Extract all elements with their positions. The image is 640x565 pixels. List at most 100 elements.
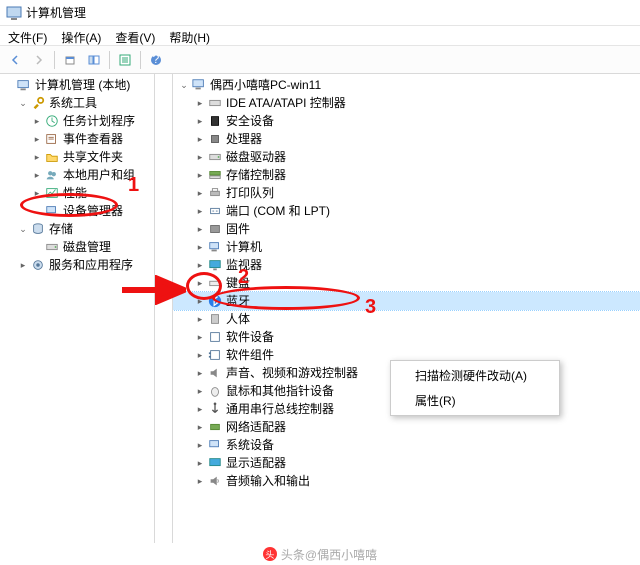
expander-icon[interactable]: ▸ [30,186,44,200]
pane-divider[interactable] [155,74,173,543]
system-dev-icon [207,437,223,453]
expander-icon[interactable]: ▸ [193,276,207,290]
device-host[interactable]: ⌄ 偶西小嘻嘻PC-win11 [173,76,640,94]
separator [140,51,141,69]
back-button[interactable] [4,49,26,71]
computer-cat-icon [207,239,223,255]
port-icon [207,203,223,219]
tree-label: 本地用户和组 [63,166,135,184]
dev-firmware[interactable]: ▸ 固件 [173,220,640,238]
tree-label: 设备管理器 [63,202,123,220]
display-icon [207,455,223,471]
expander-icon[interactable]: ▸ [193,186,207,200]
expander-icon[interactable]: ▸ [193,384,207,398]
dev-display[interactable]: ▸显示适配器 [173,454,640,472]
expander-icon[interactable]: ▸ [30,132,44,146]
expander-icon[interactable]: ▸ [193,456,207,470]
expander-icon[interactable]: ▸ [193,330,207,344]
dev-keyboard[interactable]: ▸键盘 [173,274,640,292]
expander-icon[interactable]: ▸ [193,474,207,488]
device-mgr-icon [44,203,60,219]
menu-file[interactable]: 文件(F) [2,28,53,43]
tree-services-apps[interactable]: ▸ 服务和应用程序 [0,256,154,274]
expander-icon[interactable]: ▸ [193,168,207,182]
tree-system-tools[interactable]: ⌄ 系统工具 [0,94,154,112]
dev-audio[interactable]: ▸音频输入和输出 [173,472,640,490]
dev-system[interactable]: ▸系统设备 [173,436,640,454]
network-icon [207,419,223,435]
expander-icon[interactable]: ⌄ [16,222,30,236]
expander-icon[interactable]: ▸ [193,402,207,416]
expander-icon[interactable]: ▸ [193,114,207,128]
dev-print-queue[interactable]: ▸ 打印队列 [173,184,640,202]
expander-icon[interactable]: ▸ [193,294,207,308]
tree-storage[interactable]: ⌄ 存储 [0,220,154,238]
dev-security[interactable]: ▸ 安全设备 [173,112,640,130]
tree-local-users[interactable]: ▸ 本地用户和组 [0,166,154,184]
expander-icon[interactable]: ▸ [30,168,44,182]
users-icon [44,167,60,183]
expander-icon[interactable]: ⌄ [16,96,30,110]
tree-label: 性能 [63,184,87,202]
tree-label: 软件组件 [226,346,274,364]
up-button[interactable] [59,49,81,71]
forward-button[interactable] [28,49,50,71]
expander-icon[interactable]: ▸ [193,204,207,218]
expander-icon[interactable]: ▸ [16,258,30,272]
tree-task-scheduler[interactable]: ▸ 任务计划程序 [0,112,154,130]
tree-label: 监视器 [226,256,262,274]
expander-icon[interactable]: ▸ [193,222,207,236]
tree-event-viewer[interactable]: ▸ 事件查看器 [0,130,154,148]
dev-ide[interactable]: ▸IDE ATA/ATAPI 控制器 [173,94,640,112]
ctx-properties[interactable]: 属性(R) [391,388,559,413]
expander-icon[interactable]: ▸ [193,420,207,434]
dev-ports[interactable]: ▸端口 (COM 和 LPT) [173,202,640,220]
menu-view[interactable]: 查看(V) [109,28,161,43]
tree-disk-mgmt[interactable]: ▸ 磁盘管理 [0,238,154,256]
expander-icon[interactable]: ▸ [193,258,207,272]
disk-icon [44,239,60,255]
toutiao-logo-icon: 头 [263,547,277,561]
ctx-scan-hardware[interactable]: 扫描检测硬件改动(A) [391,363,559,388]
dev-network[interactable]: ▸网络适配器 [173,418,640,436]
menu-help[interactable]: 帮助(H) [163,28,216,43]
tree-label: 处理器 [226,130,262,148]
expander-icon[interactable]: ▸ [193,348,207,362]
tree-device-manager[interactable]: ▸ 设备管理器 [0,202,154,220]
dev-software-dev[interactable]: ▸软件设备 [173,328,640,346]
expander-icon[interactable]: ▸ [193,150,207,164]
tree-label: 固件 [226,220,250,238]
window-title: 计算机管理 [26,4,86,22]
dev-cpu[interactable]: ▸ 处理器 [173,130,640,148]
show-hide-button[interactable] [83,49,105,71]
services-icon [30,257,46,273]
printer-icon [207,185,223,201]
expander-icon[interactable]: ▸ [193,438,207,452]
expander-icon[interactable]: ▸ [193,132,207,146]
expander-icon[interactable]: ▸ [193,312,207,326]
expander-icon[interactable]: ▸ [30,114,44,128]
tree-root[interactable]: ▸ 计算机管理 (本地) [0,76,154,94]
expander-icon[interactable]: ⌄ [177,78,191,92]
help-button[interactable]: ? [145,49,167,71]
dev-monitor[interactable]: ▸ 监视器 [173,256,640,274]
refresh-button[interactable] [114,49,136,71]
expander-icon[interactable]: ▸ [193,240,207,254]
tree-label: 打印队列 [226,184,274,202]
tree-label: 安全设备 [226,112,274,130]
tree-performance[interactable]: ▸ 性能 [0,184,154,202]
dev-hid[interactable]: ▸人体 [173,310,640,328]
dev-disk-drive[interactable]: ▸磁盘驱动器 [173,148,640,166]
tree-label: 存储控制器 [226,166,286,184]
dev-storage-ctrl[interactable]: ▸ 存储控制器 [173,166,640,184]
expander-icon[interactable]: ▸ [193,366,207,380]
clock-icon [44,113,60,129]
menu-action[interactable]: 操作(A) [55,28,107,43]
tree-label: 服务和应用程序 [49,256,133,274]
dev-bluetooth[interactable]: ▸蓝牙 [173,292,640,310]
tree-label: 通用串行总线控制器 [226,400,334,418]
expander-icon[interactable]: ▸ [30,150,44,164]
dev-computer[interactable]: ▸计算机 [173,238,640,256]
tree-shared-folders[interactable]: ▸ 共享文件夹 [0,148,154,166]
expander-icon[interactable]: ▸ [193,96,207,110]
